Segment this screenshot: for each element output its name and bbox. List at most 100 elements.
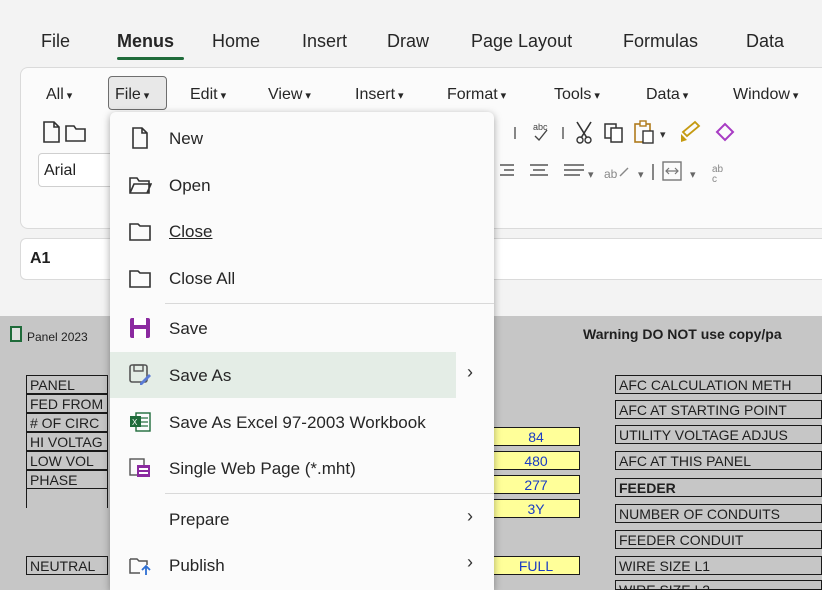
menu-tab-label: View bbox=[268, 86, 303, 103]
menu-item-new[interactable]: New bbox=[110, 115, 494, 161]
align-right-icon[interactable] bbox=[500, 164, 514, 176]
paste-icon[interactable] bbox=[634, 120, 654, 144]
menu-item-open[interactable]: Open bbox=[110, 162, 494, 208]
alignment-icons[interactable]: ▾ ab ▾ ▾ abc bbox=[500, 160, 822, 186]
chevron-down-icon[interactable]: ▾ bbox=[588, 169, 594, 181]
tab-formulas[interactable]: Formulas bbox=[623, 31, 698, 52]
align-justify-icon[interactable] bbox=[564, 164, 584, 176]
menu-tab-label: Data bbox=[646, 86, 680, 103]
menu-item-label: Close All bbox=[169, 269, 236, 288]
toolbar-right-icons[interactable]: abc ▾ bbox=[505, 118, 822, 146]
chevron-down-icon: ▾ bbox=[792, 90, 799, 102]
menu-item-close[interactable]: Close bbox=[110, 208, 494, 254]
cell-fed-from-label[interactable]: FED FROM bbox=[26, 394, 108, 413]
chevron-down-icon: ▾ bbox=[594, 90, 600, 102]
menu-tab-window[interactable]: Window ▾ bbox=[733, 86, 798, 104]
menu-item-close-all[interactable]: Close All bbox=[110, 255, 494, 301]
open-folder-icon bbox=[129, 177, 152, 194]
menu-tab-format[interactable]: Format ▾ bbox=[447, 86, 506, 104]
cut-icon[interactable] bbox=[576, 121, 592, 144]
menu-item-label: Save As bbox=[169, 366, 232, 385]
cell-phase-value[interactable]: 3Y bbox=[492, 499, 580, 518]
cell-wire-size-l1[interactable]: WIRE SIZE L1 bbox=[615, 556, 822, 575]
chevron-down-icon: ▾ bbox=[220, 90, 227, 102]
cell-low-voltage-value[interactable]: 277 bbox=[492, 475, 580, 494]
format-painter-icon[interactable] bbox=[681, 120, 701, 142]
chevron-down-icon[interactable]: ▾ bbox=[660, 129, 666, 141]
chevron-down-icon: ▾ bbox=[682, 90, 689, 102]
tab-data[interactable]: Data bbox=[746, 31, 784, 52]
cell-feeder-conduit[interactable]: FEEDER CONDUIT bbox=[615, 530, 822, 549]
menu-tab-label: Insert bbox=[355, 86, 396, 103]
tab-page-layout[interactable]: Page Layout bbox=[471, 31, 572, 52]
warning-cell[interactable]: Warning DO NOT use copy/pa bbox=[583, 326, 782, 342]
cell-empty[interactable] bbox=[26, 489, 108, 508]
cell-afc-starting-point[interactable]: AFC AT STARTING POINT bbox=[615, 400, 822, 419]
web-page-icon bbox=[129, 458, 150, 477]
cell-afc-this-panel[interactable]: AFC AT THIS PANEL bbox=[615, 451, 822, 470]
merge-cells-icon[interactable] bbox=[662, 161, 682, 181]
tab-file[interactable]: File bbox=[41, 31, 70, 52]
cell-feeder[interactable]: FEEDER bbox=[615, 478, 822, 497]
cell-low-voltage-label[interactable]: LOW VOL bbox=[26, 451, 108, 470]
cell-phase-label[interactable]: PHASE bbox=[26, 470, 108, 489]
cell-neutral-label[interactable]: NEUTRAL bbox=[26, 556, 108, 575]
menu-item-single-web-page[interactable]: Single Web Page (*.mht) bbox=[110, 445, 494, 491]
menu-item-publish[interactable]: Publish › bbox=[110, 542, 494, 588]
menu-tab-all[interactable]: All ▾ bbox=[46, 86, 72, 104]
chevron-down-icon[interactable]: ▾ bbox=[690, 169, 696, 181]
menu-separator bbox=[165, 493, 494, 494]
menu-tab-label: All bbox=[46, 86, 64, 103]
cell-panel-label[interactable]: PANEL bbox=[26, 375, 108, 394]
menu-item-save-as-excel-97[interactable]: X Save As Excel 97-2003 Workbook bbox=[110, 399, 494, 445]
cell-hi-voltage-label[interactable]: HI VOLTAG bbox=[26, 432, 108, 451]
cell-circuits-label[interactable]: # OF CIRC bbox=[26, 413, 108, 432]
menu-item-save-as[interactable]: Save As bbox=[110, 352, 456, 398]
wrap-text-icon[interactable]: abc bbox=[712, 164, 724, 185]
svg-text:X: X bbox=[132, 418, 138, 427]
menu-item-label: New bbox=[169, 129, 204, 148]
menu-tab-data[interactable]: Data ▾ bbox=[646, 86, 688, 104]
publish-icon bbox=[129, 558, 151, 575]
cell-afc-calc-method[interactable]: AFC CALCULATION METH bbox=[615, 375, 822, 394]
menu-tab-edit[interactable]: Edit ▾ bbox=[190, 86, 226, 104]
open-folder-icon[interactable] bbox=[65, 125, 86, 142]
chevron-down-icon: ▾ bbox=[398, 90, 404, 102]
chevron-down-icon: ▾ bbox=[66, 90, 73, 102]
menu-item-label: Close bbox=[169, 222, 213, 241]
eraser-icon[interactable] bbox=[715, 122, 735, 142]
tab-home[interactable]: Home bbox=[212, 31, 260, 52]
align-center-icon[interactable] bbox=[530, 164, 548, 176]
menu-tab-file[interactable]: File ▾ bbox=[115, 86, 149, 104]
chevron-down-icon[interactable]: ▾ bbox=[638, 169, 644, 181]
submenu-arrow-icon: › bbox=[467, 506, 473, 526]
tab-menus[interactable]: Menus bbox=[117, 31, 174, 52]
new-document-icon[interactable] bbox=[43, 121, 60, 143]
orientation-icon[interactable]: ab bbox=[604, 167, 629, 181]
spelling-icon[interactable]: abc bbox=[533, 122, 548, 142]
menu-item-label: Save As Excel 97-2003 Workbook bbox=[169, 413, 426, 432]
chevron-down-icon: ▾ bbox=[143, 90, 150, 102]
cell-number-of-conduits[interactable]: NUMBER OF CONDUITS bbox=[615, 504, 822, 523]
menu-tab-view[interactable]: View ▾ bbox=[268, 86, 311, 104]
cell-circuits-value[interactable]: 84 bbox=[492, 427, 580, 446]
tab-draw[interactable]: Draw bbox=[387, 31, 429, 52]
chevron-down-icon: ▾ bbox=[500, 90, 507, 102]
menu-item-prepare[interactable]: Prepare › bbox=[110, 496, 494, 542]
excel-workbook-icon: X bbox=[130, 412, 151, 432]
menu-tab-label: File bbox=[115, 86, 141, 103]
panel-title-cell[interactable]: Panel 2023 bbox=[27, 330, 88, 344]
menu-tab-insert[interactable]: Insert ▾ bbox=[355, 86, 404, 104]
menu-item-save[interactable]: Save bbox=[110, 305, 494, 351]
cell-hi-voltage-value[interactable]: 480 bbox=[492, 451, 580, 470]
menu-tab-tools[interactable]: Tools ▾ bbox=[554, 86, 600, 104]
active-tab-indicator bbox=[117, 57, 184, 60]
tab-insert[interactable]: Insert bbox=[302, 31, 347, 52]
cell-utility-voltage-adjust[interactable]: UTILITY VOLTAGE ADJUS bbox=[615, 425, 822, 444]
toolbar-left-icons[interactable] bbox=[40, 120, 110, 144]
cell-wire-size-l2[interactable]: WIRE SIZE L2 bbox=[615, 580, 822, 590]
copy-icon[interactable] bbox=[604, 123, 623, 143]
svg-text:ab: ab bbox=[604, 167, 618, 181]
cell-neutral-value[interactable]: FULL bbox=[492, 556, 580, 575]
name-box[interactable]: A1 bbox=[30, 250, 50, 268]
